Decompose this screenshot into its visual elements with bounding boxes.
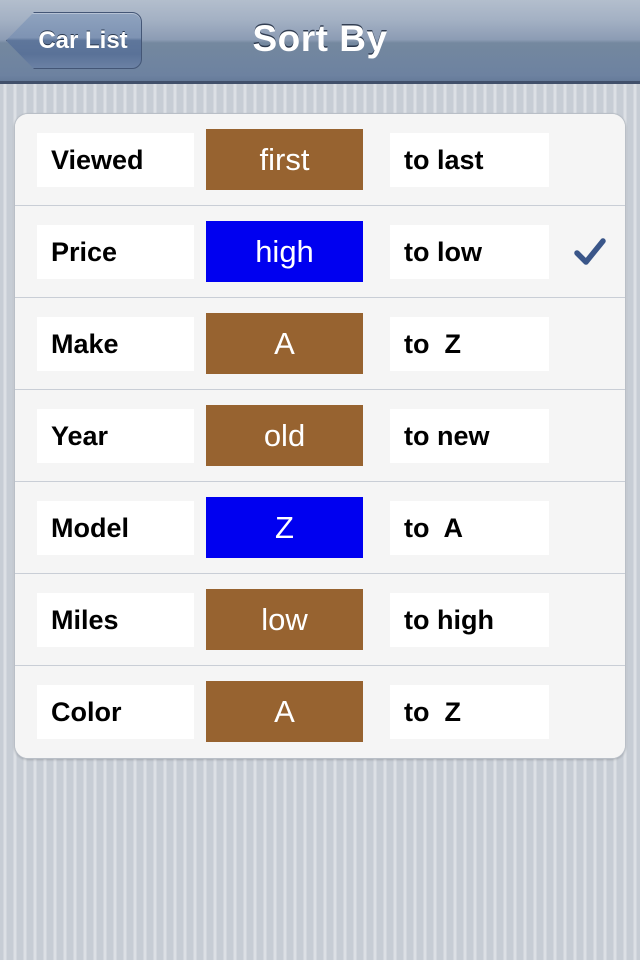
sort-options-table: Viewed first to last Price high to low Make Ato… [14,113,626,759]
sort-option-label: Price [51,236,118,267]
sort-direction-tail-field: to A [390,501,549,555]
sort-direction-badge-label: low [261,601,308,637]
sort-option-label-field: Make [37,317,194,371]
page-title: Sort By [252,18,388,59]
sort-option-label-field: Model [37,501,194,555]
sort-direction-tail-field: to last [390,133,549,187]
sort-option-label-field: Miles [37,593,194,647]
sort-direction-badge-label: first [259,141,310,177]
sort-direction-badge[interactable]: low [206,589,363,650]
sort-option-label: Model [51,512,129,543]
sort-direction-tail-field: to low [390,225,549,279]
sort-direction-badge-label: high [255,233,314,269]
sort-option-label: Viewed [51,144,144,175]
sort-direction-tail-label: to low [404,236,482,267]
sort-option-label-field: Color [37,685,194,739]
sort-option-label-field: Year [37,409,194,463]
sort-direction-badge-label: A [274,693,295,729]
navigation-bar: Car List Sort By [0,0,640,84]
sort-option-row[interactable]: Viewed first to last [15,114,625,206]
sort-option-row[interactable]: Year old to new [15,390,625,482]
sort-option-label: Make [51,328,119,359]
checkmark-icon [573,235,607,269]
sort-direction-badge-label: A [274,325,295,361]
app-root: Car List Sort By Viewed first to last Price… [0,0,640,960]
sort-option-label: Color [51,696,122,727]
sort-direction-tail-label: to A [404,512,463,543]
sort-direction-badge[interactable]: Z [206,497,363,558]
sort-option-label-field: Price [37,225,194,279]
sort-direction-tail-field: to new [390,409,549,463]
sort-direction-badge[interactable]: A [206,681,363,742]
sort-direction-tail-label: to last [404,144,484,175]
sort-option-row[interactable]: Model Zto A [15,482,625,574]
sort-direction-badge[interactable]: first [206,129,363,190]
sort-direction-tail-field: to high [390,593,549,647]
sort-direction-tail-label: to high [404,604,494,635]
sort-direction-badge-label: Z [275,509,294,545]
sort-direction-tail-label: to Z [404,328,461,359]
sort-option-row[interactable]: Color Ato Z [15,666,625,758]
sort-direction-tail-field: to Z [390,685,549,739]
sort-option-label: Miles [51,604,119,635]
sort-direction-badge-label: old [263,417,306,453]
sort-option-row[interactable]: Miles low to high [15,574,625,666]
sort-direction-tail-label: to Z [404,696,461,727]
sort-direction-badge[interactable]: high [206,221,363,282]
sort-option-row[interactable]: Price high to low [15,206,625,298]
sort-direction-badge[interactable]: old [206,405,363,466]
sort-option-label-field: Viewed [37,133,194,187]
sort-direction-tail-label: to new [404,420,490,451]
sort-direction-tail-field: to Z [390,317,549,371]
sort-option-row[interactable]: Make Ato Z [15,298,625,390]
sort-direction-badge[interactable]: A [206,313,363,374]
sort-option-label: Year [51,420,109,451]
